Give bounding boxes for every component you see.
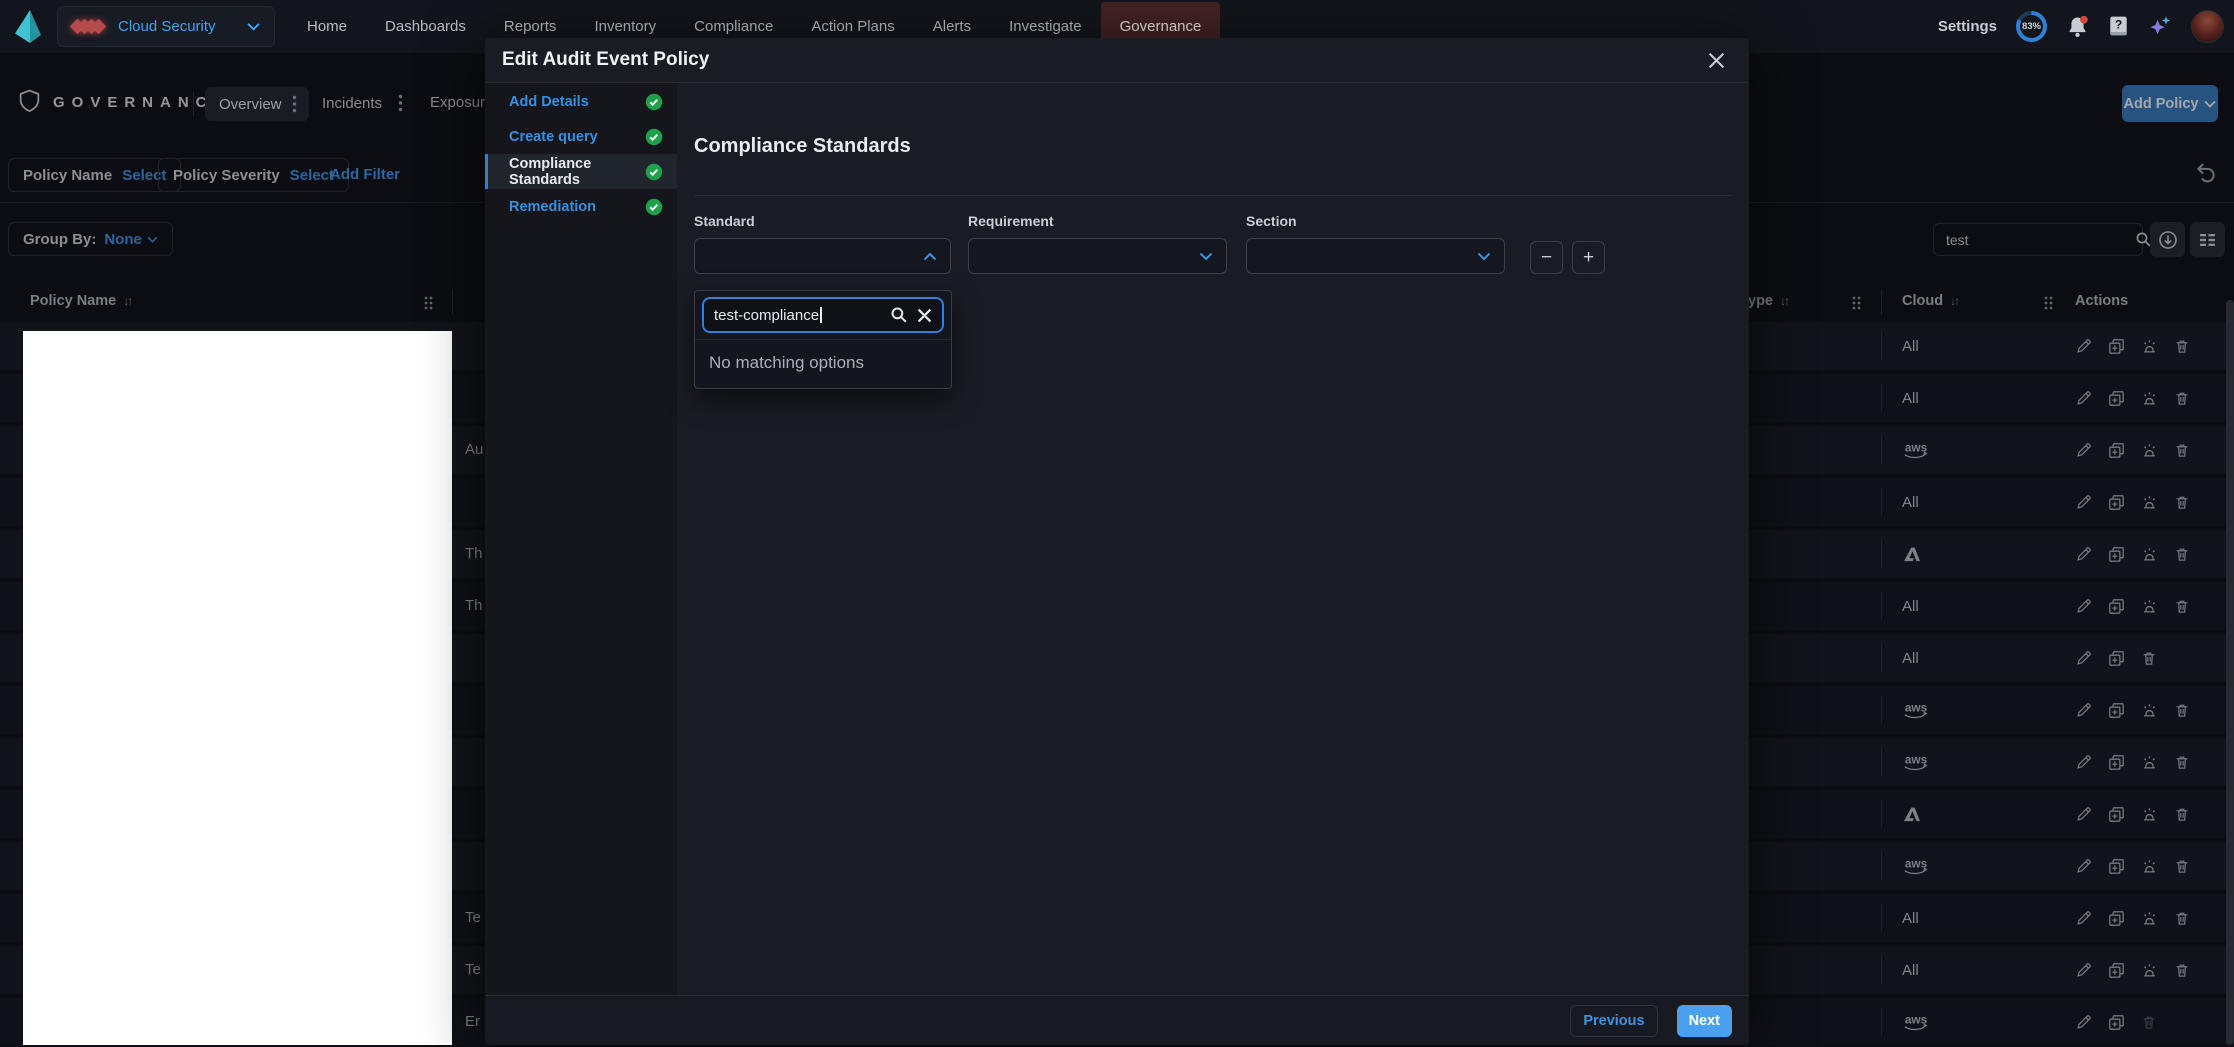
search-icon[interactable]	[890, 306, 908, 324]
progress-ring[interactable]: 83%	[2016, 11, 2047, 42]
wizard-steps: Add Details Create query Compliance Standa…	[485, 83, 677, 995]
text-caret	[820, 307, 822, 323]
chevron-up-icon	[923, 252, 937, 261]
step-label: Compliance Standards	[509, 156, 645, 188]
step-add-details[interactable]: Add Details	[485, 84, 677, 119]
standard-field: Standard	[694, 213, 951, 274]
section-heading: Compliance Standards	[694, 135, 911, 158]
brand-logo-icon[interactable]	[10, 8, 46, 50]
requirement-label: Requirement	[968, 213, 1227, 229]
chevron-down-icon	[1199, 252, 1213, 261]
step-label: Remediation	[509, 199, 645, 215]
clear-icon[interactable]	[917, 308, 932, 323]
ai-sparkles-icon[interactable]	[2148, 15, 2172, 38]
previous-button[interactable]: Previous	[1570, 1005, 1657, 1037]
standard-label: Standard	[694, 213, 951, 229]
product-switcher[interactable]: Cloud Security	[57, 6, 275, 47]
nav-item-dashboards[interactable]: Dashboards	[366, 0, 485, 53]
settings-link[interactable]: Settings	[1938, 18, 1997, 35]
check-icon	[645, 163, 663, 181]
close-icon[interactable]	[1708, 52, 1725, 69]
screen: GOVERNANCE Overview Incidents Exposure A…	[0, 0, 2234, 1047]
chevron-down-icon	[1477, 252, 1491, 261]
help-book-icon[interactable]: ?	[2108, 15, 2129, 38]
navbar-right: Settings 83% ?	[1938, 0, 2224, 53]
check-icon	[645, 128, 663, 146]
chevron-down-icon	[247, 18, 260, 36]
requirement-select[interactable]	[968, 238, 1227, 274]
product-label: Cloud Security	[118, 18, 237, 35]
requirement-field: Requirement	[968, 213, 1227, 274]
modal-title: Edit Audit Event Policy	[502, 49, 1708, 71]
notifications-bell-icon[interactable]	[2066, 15, 2089, 39]
check-icon	[645, 198, 663, 216]
edit-audit-event-policy-modal: Edit Audit Event Policy Add Details Creat…	[485, 38, 1749, 1045]
add-row-button[interactable]: +	[1572, 241, 1605, 274]
standard-dropdown-panel: test-compliance No matching options	[694, 290, 952, 389]
modal-footer: Previous Next	[485, 995, 1749, 1045]
progress-value: 83%	[2020, 15, 2043, 38]
nav-item-home[interactable]: Home	[288, 0, 366, 53]
step-remediation[interactable]: Remediation	[485, 189, 677, 224]
next-button[interactable]: Next	[1677, 1005, 1732, 1037]
standard-search-input[interactable]: test-compliance	[702, 297, 944, 333]
step-compliance-standards[interactable]: Compliance Standards	[485, 154, 677, 189]
modal-header: Edit Audit Event Policy	[485, 38, 1749, 83]
search-input-value: test-compliance	[714, 307, 819, 324]
standard-select[interactable]	[694, 238, 951, 274]
modal-main: Compliance Standards Standard Requirement…	[677, 83, 1749, 995]
blank-white-panel	[23, 331, 452, 1045]
remove-row-button[interactable]: −	[1530, 241, 1563, 274]
step-create-query[interactable]: Create query	[485, 119, 677, 154]
check-icon	[645, 93, 663, 111]
no-options-message: No matching options	[695, 339, 951, 388]
step-label: Create query	[509, 129, 645, 145]
divider	[694, 195, 1732, 196]
section-label: Section	[1246, 213, 1505, 229]
section-select[interactable]	[1246, 238, 1505, 274]
section-field: Section	[1246, 213, 1505, 274]
modal-body: Add Details Create query Compliance Standa…	[485, 83, 1749, 995]
cloud-security-icon	[72, 21, 100, 32]
step-label: Add Details	[509, 94, 645, 110]
user-avatar[interactable]	[2191, 10, 2224, 43]
svg-text:?: ?	[2115, 18, 2122, 32]
